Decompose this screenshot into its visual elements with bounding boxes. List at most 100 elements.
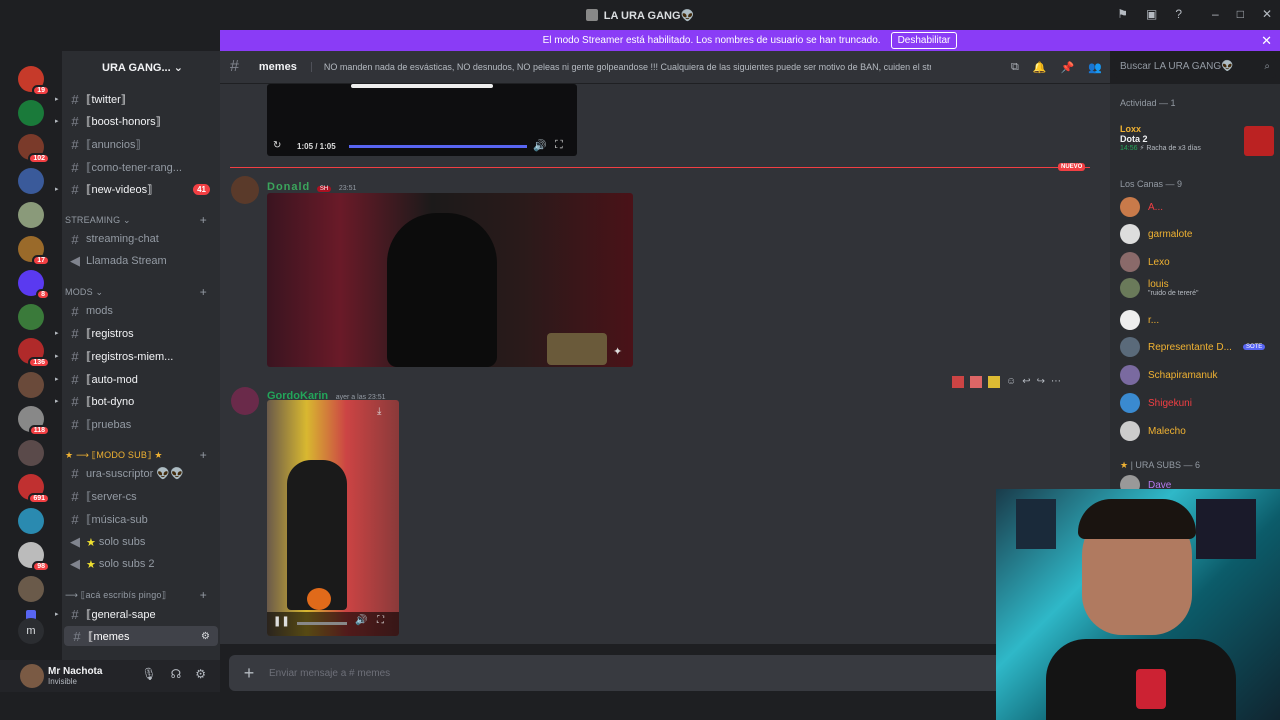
replay-icon[interactable]: ↻ (273, 140, 281, 151)
member-item[interactable]: Schapiramanuk (1120, 365, 1217, 385)
members-icon[interactable]: 👥 (1088, 61, 1102, 74)
channel-como-tener-rango[interactable]: ⟦como-tener-rang... (86, 161, 182, 174)
reaction-icon[interactable] (970, 376, 982, 388)
close-window-button[interactable]: ✕ (1262, 7, 1272, 21)
message-author[interactable]: Donald (267, 181, 310, 193)
server-icon[interactable] (18, 100, 44, 126)
headphones-icon[interactable]: ☊ (171, 667, 182, 681)
maximize-button[interactable]: □ (1237, 7, 1244, 21)
member-item[interactable]: louis "ruido de tereré" (1120, 278, 1199, 298)
help-icon[interactable]: ? (1175, 7, 1182, 21)
emoji-icon[interactable]: ☺ (1006, 376, 1016, 388)
bell-icon[interactable]: 🔔 (1033, 61, 1047, 74)
avatar[interactable] (20, 664, 44, 688)
message-input[interactable]: Enviar mensaje a # memes (269, 668, 390, 679)
server-icon[interactable] (18, 168, 44, 194)
channel-ura-suscriptor[interactable]: ura-suscriptor 👽👽 (86, 467, 184, 480)
channel-streaming-chat[interactable]: streaming-chat (86, 233, 159, 245)
channel-pruebas[interactable]: ⟦pruebas (86, 418, 131, 431)
threads-icon[interactable]: ⧉ (1011, 61, 1019, 74)
search-input[interactable]: Buscar LA URA GANG👽 ⌕ (1114, 57, 1276, 78)
channel-llamada-stream[interactable]: Llamada Stream (86, 255, 167, 267)
server-icon[interactable]: 8 (18, 270, 50, 300)
server-icon[interactable] (18, 304, 44, 330)
channel-general-sape[interactable]: ⟦general-sape (86, 608, 156, 621)
channel-registros[interactable]: ⟦registros (86, 327, 134, 340)
channel-auto-mod[interactable]: ⟦auto-mod (86, 373, 138, 386)
server-icon[interactable]: 98 (18, 542, 50, 572)
screen-icon[interactable]: ▣ (1146, 7, 1157, 21)
server-icon[interactable]: 19 (18, 66, 50, 96)
volume-icon[interactable]: 🔊 (533, 139, 547, 152)
server-icon[interactable] (18, 440, 44, 466)
member-item[interactable]: Lexo (1120, 252, 1170, 272)
channel-boost-honors[interactable]: ⟦boost-honors⟧ (86, 115, 161, 128)
pause-icon[interactable]: ❚❚ (273, 616, 290, 627)
category-modo-sub[interactable]: ★ ⟶ ⟦MODO SUB⟧ ★ + (65, 448, 215, 462)
channel-solo-subs[interactable]: solo subs (99, 536, 145, 548)
settings-icon[interactable]: ⚙ (201, 631, 210, 642)
hash-icon: # (71, 511, 79, 527)
minimize-button[interactable]: – (1212, 7, 1219, 21)
server-icon[interactable] (18, 576, 44, 602)
server-icon[interactable] (18, 202, 44, 228)
server-name[interactable]: URA GANG... ⌄ (102, 61, 183, 74)
category-mods[interactable]: mods ⌄ + (65, 285, 215, 299)
channel-topic[interactable]: NO manden nada de esvásticas, NO desnudo… (310, 62, 931, 72)
download-icon[interactable]: ⤓ (377, 406, 381, 417)
video-player[interactable]: ↻ 1:05 / 1:05 🔊 ⛶ (267, 84, 577, 156)
channel-solo-subs-2[interactable]: solo subs 2 (99, 558, 155, 570)
member-group-header: Los Canas — 9 (1120, 179, 1183, 189)
server-icon[interactable]: 136 (18, 338, 50, 368)
fullscreen-icon[interactable]: ⛶ (555, 139, 563, 152)
channel-server-cs[interactable]: ⟦server-cs (86, 490, 137, 503)
avatar[interactable] (231, 387, 259, 415)
avatar[interactable] (231, 176, 259, 204)
forward-icon[interactable]: ↪ (1037, 376, 1045, 388)
member-item[interactable]: Malecho (1120, 421, 1186, 441)
server-icon[interactable] (18, 508, 44, 534)
gear-icon[interactable]: ⚙ (195, 667, 206, 681)
server-icon[interactable] (18, 372, 44, 398)
server-icon[interactable]: 102 (18, 134, 50, 164)
reaction-icon[interactable] (988, 376, 1000, 388)
video-embed[interactable]: ✦ (267, 193, 633, 367)
channel-twitter[interactable]: ⟦twitter⟧ (86, 93, 126, 106)
member-item[interactable]: Representante D... SOTE (1120, 337, 1266, 357)
channel-registros-miembros[interactable]: ⟦registros-miem... (86, 350, 173, 363)
channel-bot-dyno[interactable]: ⟦bot-dyno (86, 395, 134, 408)
member-item[interactable]: garmalote (1120, 224, 1192, 244)
disable-streamer-button[interactable]: Deshabilitar (890, 32, 958, 49)
video-progress[interactable] (349, 145, 527, 148)
channel-anuncios[interactable]: ⟦anuncios⟧ (86, 138, 141, 151)
fullscreen-icon[interactable]: ⛶ (377, 615, 384, 626)
message-composer[interactable]: + Enviar mensaje a # memes (229, 655, 1099, 691)
server-icon[interactable]: 691 (18, 474, 50, 504)
channel-list: URA GANG... ⌄ ▸ # ⟦twitter⟧ ▸ # ⟦boost-honor… (55, 51, 220, 660)
more-icon[interactable]: ⋯ (1051, 376, 1061, 388)
member-item[interactable]: A... (1120, 197, 1163, 217)
channel-mods[interactable]: mods (86, 305, 113, 317)
server-icon[interactable]: 17 (18, 236, 50, 266)
inbox-icon[interactable]: ⚑ (1117, 7, 1128, 21)
server-icon-m[interactable]: m (18, 618, 44, 644)
channel-musica-sub[interactable]: ⟦música-sub (86, 513, 148, 526)
category-aca-escribis[interactable]: ⟶ ⟦acá escribís pingo⟧ + (65, 588, 215, 602)
member-item[interactable]: Shigekuni (1120, 393, 1192, 413)
server-icon[interactable]: 118 (18, 406, 50, 436)
reaction-icon[interactable] (952, 376, 964, 388)
pin-icon[interactable]: 📌 (1061, 61, 1075, 74)
activity-header: Actividad — 1 (1120, 98, 1176, 108)
channel-memes[interactable]: ⟦memes (88, 630, 130, 643)
channel-new-videos[interactable]: ⟦new-videos⟧ (86, 183, 153, 196)
reply-icon[interactable]: ↩ (1022, 376, 1030, 388)
volume-icon[interactable]: 🔊 (355, 615, 367, 626)
video-player[interactable]: ⤓ ❚❚ 🔊 ⛶ (267, 400, 399, 636)
close-icon[interactable]: ✕ (1261, 33, 1272, 49)
member-item[interactable]: r... (1120, 310, 1159, 330)
video-progress[interactable] (297, 622, 347, 625)
category-streaming[interactable]: STREAMING ⌄ + (65, 213, 215, 227)
activity-card[interactable]: Loxx Dota 2 14:56 ⚡ Racha de x3 días (1120, 124, 1201, 152)
add-attachment-button[interactable]: + (235, 663, 263, 684)
microphone-icon[interactable]: 🎙 (141, 667, 156, 681)
